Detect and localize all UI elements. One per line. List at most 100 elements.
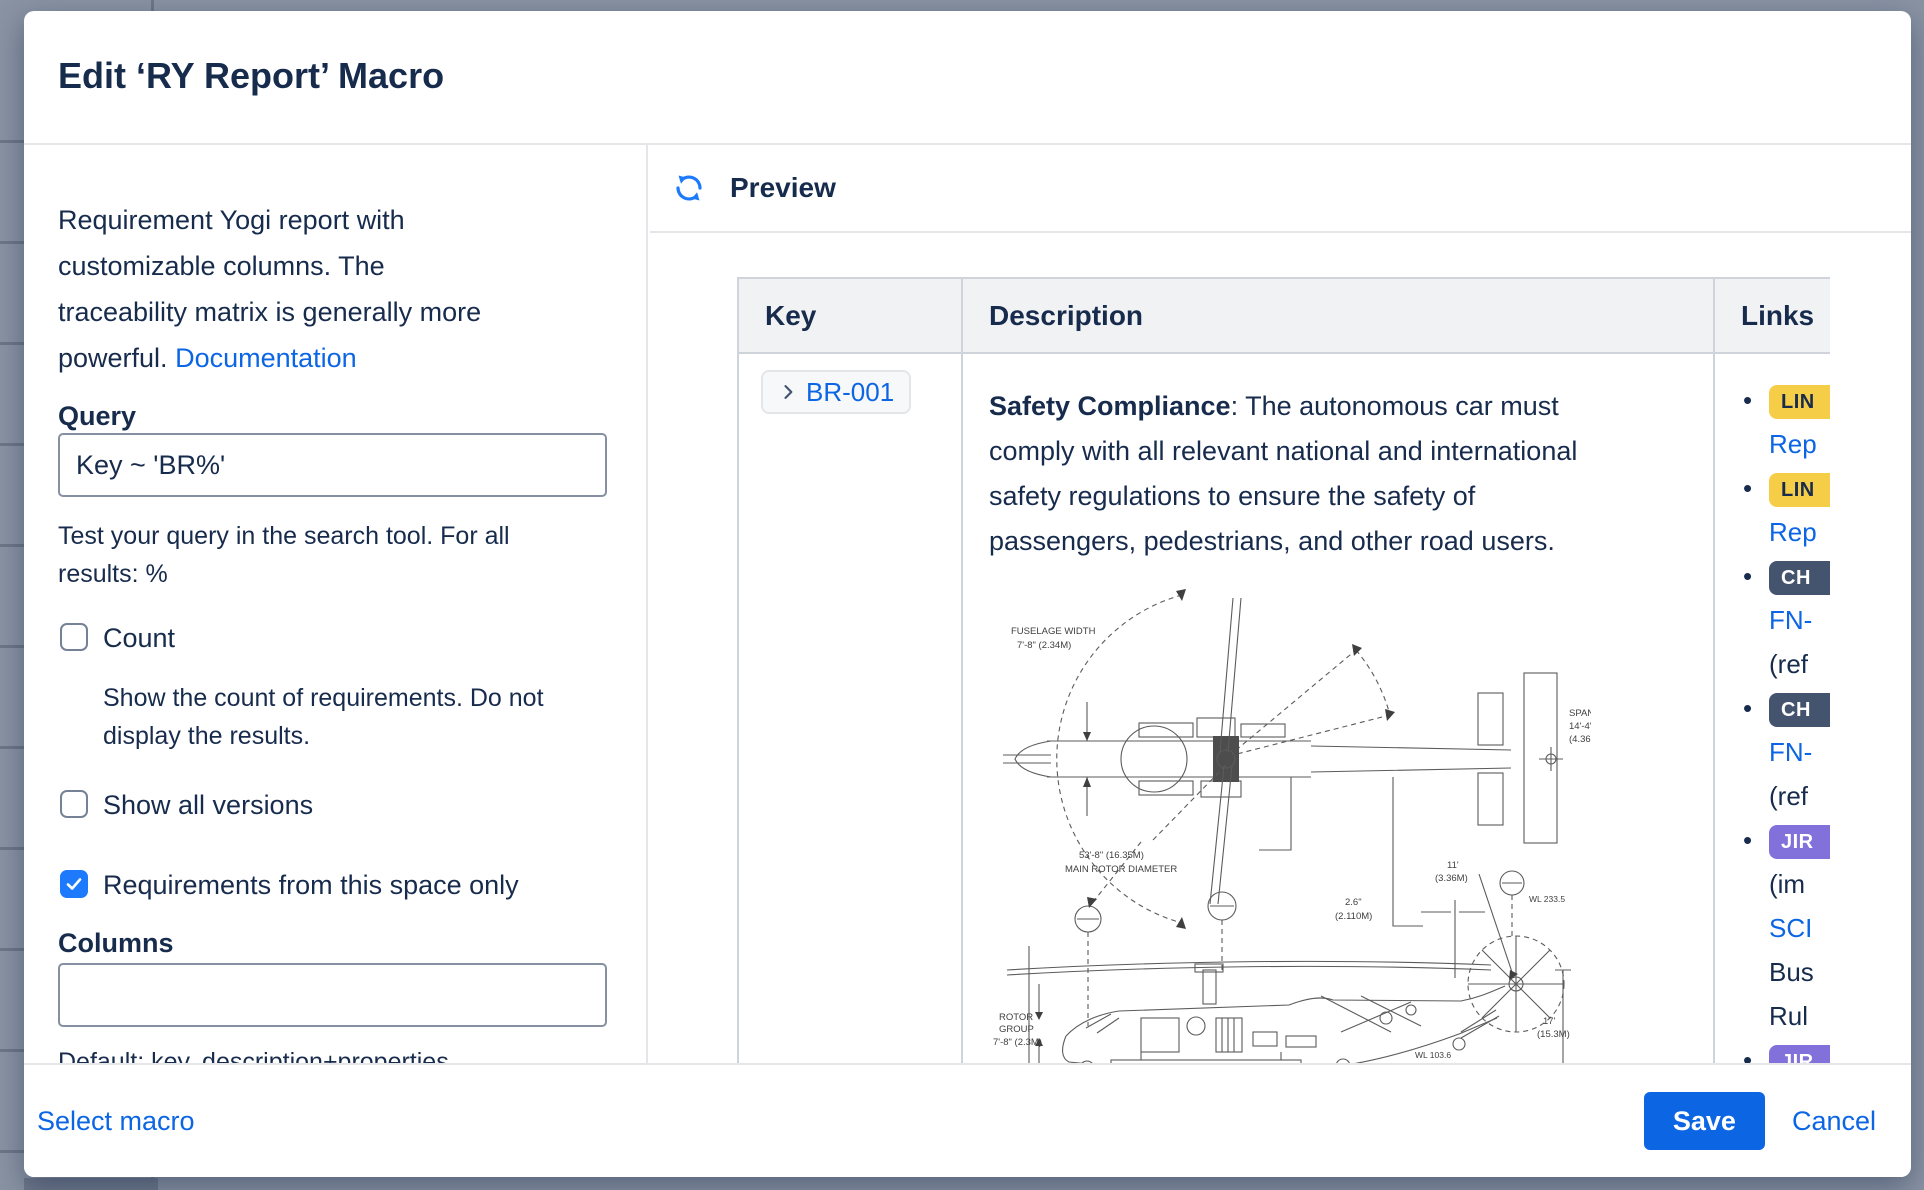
list-item: CH FN- (ref xyxy=(1743,686,1830,818)
columns-label: Columns xyxy=(58,928,174,959)
lozenge-row: CH xyxy=(1769,686,1830,730)
diagram-label: WL 103.6 xyxy=(1415,1050,1451,1060)
show-all-versions-label[interactable]: Show all versions xyxy=(103,790,313,821)
table-row: BR-001 Safety Compliance: The autonomous… xyxy=(738,353,1830,1063)
list-item: LIN Rep xyxy=(1743,378,1830,466)
dialog-title: Edit ‘RY Report’ Macro xyxy=(58,55,444,97)
preview-title: Preview xyxy=(730,172,836,204)
list-item: JIR (im SCI Bus Rul xyxy=(1743,818,1830,1038)
link-type-lozenge: LIN xyxy=(1769,385,1830,419)
check-icon xyxy=(64,874,84,894)
lozenge-row: JIR xyxy=(1769,818,1830,862)
link-note: (ref xyxy=(1769,774,1830,818)
description-line: safety regulations to ensure the safety … xyxy=(989,474,1687,519)
link-target[interactable]: Rep xyxy=(1769,422,1830,466)
description-cell: Safety Compliance: The autonomous car mu… xyxy=(962,353,1714,1063)
preview-table-viewport: Key Description Links xyxy=(737,277,1830,1063)
link-type-lozenge: LIN xyxy=(1769,473,1830,507)
diagram-label: (2.110M) xyxy=(1335,911,1372,922)
diagram-label: FUSELAGE WIDTH xyxy=(1011,626,1096,637)
refresh-icon[interactable] xyxy=(673,172,705,204)
link-note: Bus xyxy=(1769,950,1830,994)
link-target[interactable]: SCI xyxy=(1769,906,1830,950)
description-line: Safety Compliance: The autonomous car mu… xyxy=(989,384,1687,429)
description-text: : The autonomous car must xyxy=(1231,391,1559,421)
link-target[interactable]: FN- xyxy=(1769,598,1830,642)
list-item: CH FN- (ref xyxy=(1743,554,1830,686)
page-backdrop: Edit ‘RY Report’ Macro Requirement Yogi … xyxy=(0,0,1924,1190)
list-item: LIN Rep xyxy=(1743,466,1830,554)
description-term: Safety Compliance xyxy=(989,391,1231,421)
query-input[interactable] xyxy=(58,433,607,497)
macro-description-line: traceability matrix is generally more xyxy=(58,289,618,335)
count-label[interactable]: Count xyxy=(103,623,175,654)
columns-input[interactable] xyxy=(58,963,607,1027)
key-cell: BR-001 xyxy=(738,353,962,1063)
macro-description-line: powerful. Documentation xyxy=(58,335,618,381)
diagram-label: ROTOR xyxy=(999,1012,1033,1023)
diagram-label: 53'-8" (16.35M) xyxy=(1079,850,1144,861)
link-target[interactable]: FN- xyxy=(1769,730,1830,774)
requirement-key-link[interactable]: BR-001 xyxy=(806,377,894,408)
chevron-right-icon[interactable] xyxy=(778,382,798,402)
space-only-checkbox[interactable] xyxy=(60,870,88,898)
count-checkbox[interactable] xyxy=(60,623,88,651)
query-help-line: results: % xyxy=(58,555,510,593)
requirements-table: Key Description Links xyxy=(737,277,1830,1063)
links-cell: LIN Rep LIN Rep CH FN- ( xyxy=(1714,353,1830,1063)
diagram-label: SPAN xyxy=(1569,708,1591,719)
link-note: Rul xyxy=(1769,994,1830,1038)
backdrop-grid-lines xyxy=(0,0,24,1190)
backdrop-scroll-strip xyxy=(24,1178,158,1190)
lozenge-row: LIN xyxy=(1769,466,1830,510)
column-header-links: Links xyxy=(1714,278,1830,353)
link-type-lozenge: CH xyxy=(1769,693,1830,727)
edit-macro-dialog: Edit ‘RY Report’ Macro Requirement Yogi … xyxy=(24,11,1911,1177)
link-type-lozenge: JIR xyxy=(1769,825,1830,859)
query-help-line: Test your query in the search tool. For … xyxy=(58,517,510,555)
diagram-label: 7'-8" (2.34M) xyxy=(1017,640,1071,651)
preview-body: Key Description Links xyxy=(650,235,1911,1063)
table-header-row: Key Description Links xyxy=(738,278,1830,353)
macro-form-panel: Requirement Yogi report with customizabl… xyxy=(24,145,648,1063)
dialog-footer: Select macro Save Cancel xyxy=(24,1063,1911,1177)
link-target[interactable]: Rep xyxy=(1769,510,1830,554)
diagram-label: (15.3M) xyxy=(1537,1029,1570,1040)
link-note: (im xyxy=(1769,862,1830,906)
diagram-label: GROUP xyxy=(999,1024,1034,1035)
link-type-lozenge: CH xyxy=(1769,561,1830,595)
columns-help: Default: key, description+properties xyxy=(58,1048,449,1063)
lozenge-row: LIN xyxy=(1769,378,1830,422)
diagram-label: (4.36M) xyxy=(1569,734,1591,745)
description-line: passengers, pedestrians, and other road … xyxy=(989,519,1687,564)
query-label: Query xyxy=(58,401,136,432)
lozenge-row: JIR xyxy=(1769,1038,1830,1063)
space-only-label[interactable]: Requirements from this space only xyxy=(103,870,519,901)
save-button[interactable]: Save xyxy=(1644,1092,1765,1150)
macro-description-line: Requirement Yogi report with xyxy=(58,197,618,243)
requirement-key-chip[interactable]: BR-001 xyxy=(761,370,911,414)
show-all-versions-checkbox[interactable] xyxy=(60,790,88,818)
diagram-label: 14'-4" xyxy=(1569,721,1591,732)
description-line: comply with all relevant national and in… xyxy=(989,429,1687,474)
link-type-lozenge: JIR xyxy=(1769,1045,1830,1063)
diagram-label: 11' xyxy=(1447,860,1459,871)
preview-header: Preview xyxy=(650,145,1911,233)
column-header-key: Key xyxy=(738,278,962,353)
count-help-line: display the results. xyxy=(103,717,544,755)
diagram-label: 7'-8" (2.3M) xyxy=(993,1037,1042,1048)
link-note: (ref xyxy=(1769,642,1830,686)
diagram-label: 17' xyxy=(1543,1016,1556,1027)
column-header-description: Description xyxy=(962,278,1714,353)
count-help: Show the count of requirements. Do not d… xyxy=(103,679,544,755)
count-help-line: Show the count of requirements. Do not xyxy=(103,679,544,717)
select-macro-link[interactable]: Select macro xyxy=(37,1106,195,1137)
macro-description-tail: powerful. xyxy=(58,343,168,373)
query-help: Test your query in the search tool. For … xyxy=(58,517,510,593)
diagram-label: (3.36M) xyxy=(1435,873,1468,884)
lozenge-row: CH xyxy=(1769,554,1830,598)
cancel-button[interactable]: Cancel xyxy=(1792,1106,1876,1137)
documentation-link[interactable]: Documentation xyxy=(175,343,357,373)
list-item: JIR xyxy=(1743,1038,1830,1063)
diagram-label: MAIN ROTOR DIAMETER xyxy=(1065,864,1177,875)
